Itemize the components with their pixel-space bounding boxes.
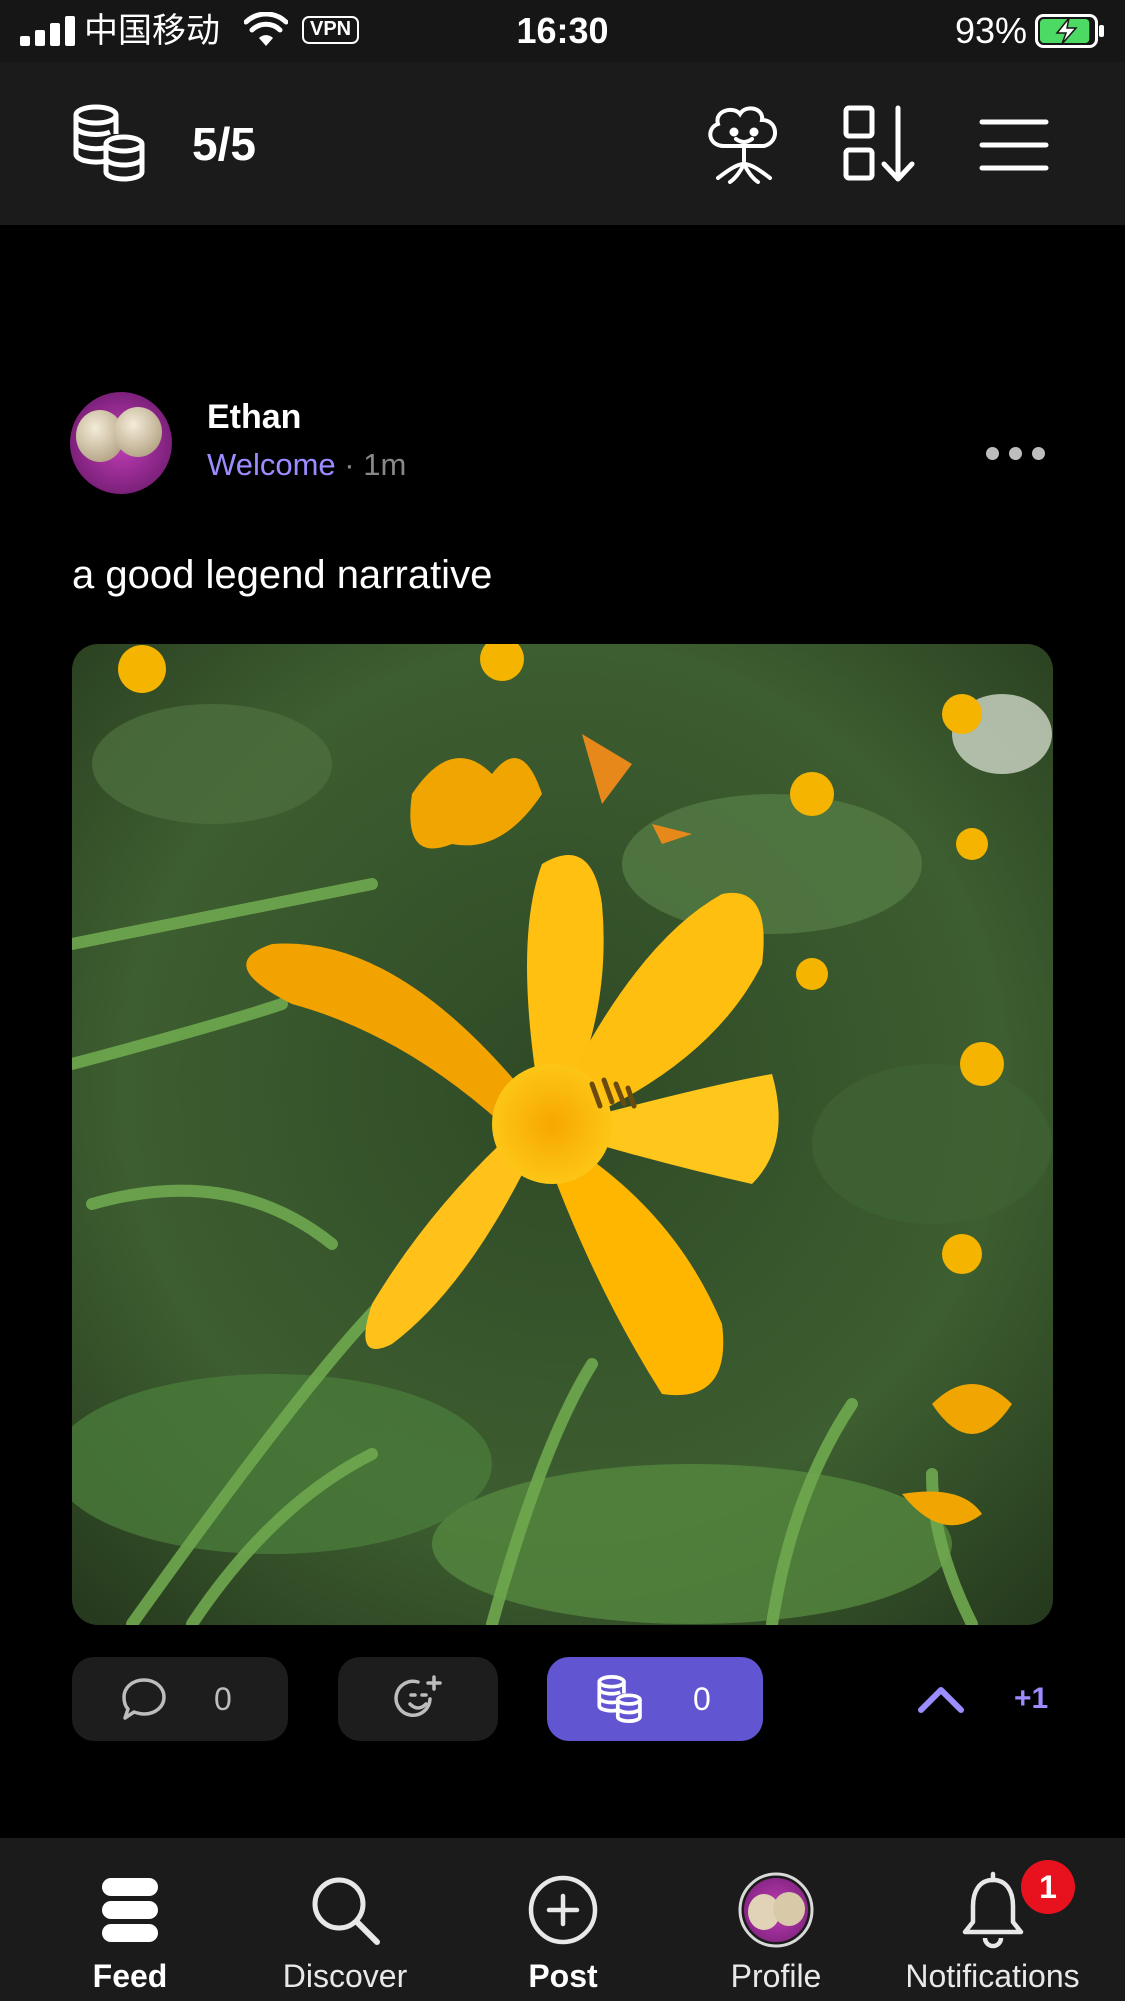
tab-label-profile: Profile <box>730 1958 822 1994</box>
tab-discover[interactable]: Discover <box>255 1838 435 2001</box>
battery-percent: 93% <box>954 10 1027 51</box>
post-meta: Welcome · 1m <box>207 444 406 486</box>
battery-charging-icon <box>1035 14 1104 48</box>
coin-quota: 5/5 <box>192 118 256 170</box>
avatar <box>738 1872 814 1948</box>
status-bar: 中国移动 VPN 16:30 93% <box>0 0 1125 62</box>
post-text: a good legend narrative <box>72 553 493 597</box>
add-reaction-icon <box>394 1675 442 1717</box>
comment-button[interactable]: 0 <box>72 1657 288 1741</box>
menu-icon[interactable] <box>978 114 1050 176</box>
mascot-icon[interactable] <box>700 102 788 186</box>
add-reaction-button[interactable] <box>338 1657 498 1741</box>
add-post-icon <box>528 1875 598 1945</box>
comment-count: 0 <box>214 1680 232 1717</box>
tab-label-discover: Discover <box>282 1958 408 1994</box>
comment-icon <box>122 1678 166 1720</box>
tip-button[interactable]: 0 <box>547 1657 763 1741</box>
channel-link[interactable]: Welcome <box>207 447 336 482</box>
bottom-tab-bar: Feed Discover Post Profile 1 Notificatio… <box>0 1838 1125 2001</box>
author-avatar[interactable] <box>70 392 172 494</box>
tab-label-feed: Feed <box>92 1958 168 1994</box>
app-header: 5/5 <box>0 62 1125 225</box>
coins-icon[interactable] <box>70 104 146 182</box>
tab-post[interactable]: Post <box>473 1838 653 2001</box>
more-options-icon[interactable] <box>980 440 1050 466</box>
notification-badge: 1 <box>1021 1860 1075 1914</box>
coins-icon <box>597 1675 642 1723</box>
tip-count: 0 <box>693 1680 711 1717</box>
feed-icon <box>102 1878 158 1942</box>
post-image[interactable] <box>72 644 1053 1625</box>
post-time: 1m <box>363 447 407 482</box>
search-icon <box>312 1877 380 1945</box>
meta-separator: · <box>344 447 355 482</box>
tab-profile[interactable]: Profile <box>686 1838 866 2001</box>
upvote-chevron-icon[interactable] <box>915 1678 967 1718</box>
author-name[interactable]: Ethan <box>207 396 301 438</box>
tab-notifications[interactable]: 1 Notifications <box>880 1838 1105 2001</box>
sort-icon[interactable] <box>842 104 918 184</box>
vote-count: +1 <box>1014 1682 1049 1715</box>
tab-feed[interactable]: Feed <box>40 1838 220 2001</box>
tab-label-post: Post <box>528 1958 598 1994</box>
tab-label-notifications: Notifications <box>905 1958 1080 1994</box>
